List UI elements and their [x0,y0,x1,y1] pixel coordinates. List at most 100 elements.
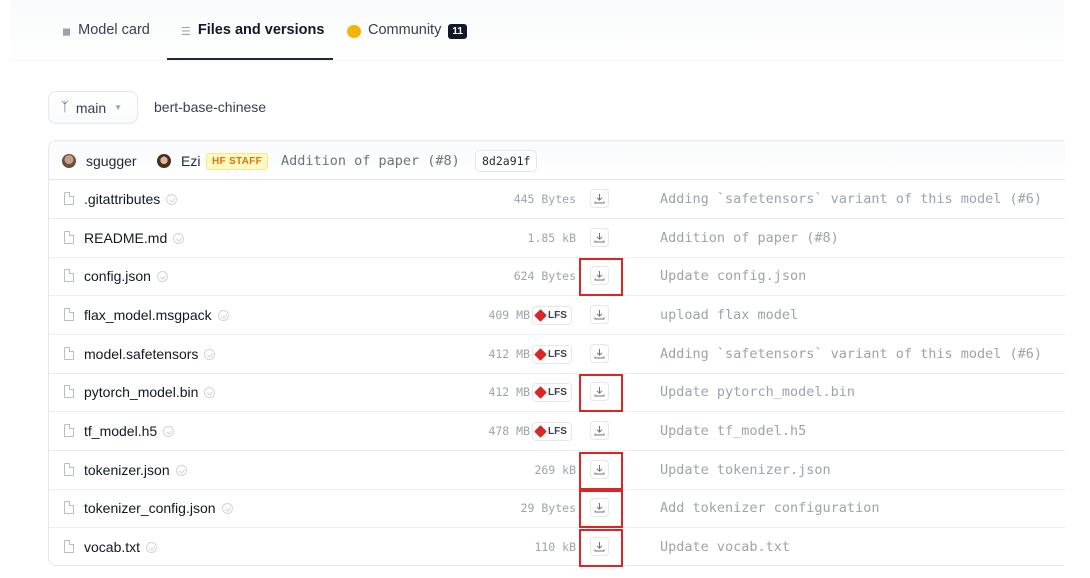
repo-name: bert-base-chinese [154,99,267,115]
file-name-link[interactable]: .gitattributes [84,191,178,207]
lfs-icon [534,347,547,361]
download-button[interactable] [590,227,609,247]
lfs-badge: LFS [532,305,572,325]
file-table: sgugger Ezi HF STAFF Addition of paper (… [48,140,1065,567]
file-name: flax_model.msgpack [84,306,212,323]
file-size: 445 Bytes [513,192,576,206]
file-size: 409 MB [488,307,530,322]
tab-model-card[interactable]: ◼ Model card [62,22,150,60]
file-commit-message[interactable]: Update tokenizer.json [660,462,831,478]
file-name-link[interactable]: config.json [84,268,168,284]
safe-check-icon [146,541,158,553]
file-icon [64,307,74,321]
file-commit-message[interactable]: Addition of paper (#8) [660,230,839,246]
file-commit-message[interactable]: upload flax model [660,307,798,323]
file-commit-message[interactable]: Adding `safetensors` variant of this mod… [660,346,1042,362]
avatar[interactable] [62,154,76,168]
table-row: model.safetensors 412 MB LFS Adding `safete… [49,335,1065,374]
file-size: 1.85 kB [527,230,576,245]
community-icon [347,25,361,38]
lfs-badge: LFS [532,383,572,403]
file-name-link[interactable]: model.safetensors [84,345,216,362]
commit-message-link[interactable]: Addition of paper (#8) [281,153,460,169]
file-name-link[interactable]: tf_model.h5 [84,423,175,439]
table-row: vocab.txt 110 kB Update vocab.txt [49,528,1065,567]
file-commit-message[interactable]: Add tokenizer configuration [660,500,879,516]
table-row: flax_model.msgpack 409 MB LFS upload flax m… [49,296,1065,335]
download-icon [594,348,605,359]
last-commit-row: sgugger Ezi HF STAFF Addition of paper (… [49,141,1065,180]
file-name: tokenizer.json [84,461,170,478]
safe-check-icon [204,387,216,399]
file-name-link[interactable]: flax_model.msgpack [84,307,229,323]
file-size: 478 MB [488,423,530,438]
file-icon [64,539,74,553]
download-button[interactable] [590,420,609,440]
file-name: .gitattributes [84,191,161,207]
commit-hash-link[interactable]: 8d2a91f [475,150,538,172]
table-row: .gitattributes 445 Bytes Adding `safetenso… [49,180,1065,219]
safe-check-icon [173,232,185,244]
commit-author-link[interactable]: sgugger [86,153,137,169]
file-name: tokenizer_config.json [84,500,216,517]
chevron-down-icon: ▼ [114,103,123,112]
file-name: README.md [84,229,168,246]
file-icon [64,385,74,399]
download-button[interactable] [590,304,609,324]
safe-check-icon [217,309,229,321]
community-count-badge: 11 [448,24,467,39]
file-size: 110 kB [534,539,576,554]
commit-author-link[interactable]: Ezi [181,153,200,169]
table-row: config.json 624 Bytes Update config.json [49,257,1065,297]
file-commit-message[interactable]: Update config.json [660,268,806,284]
branch-icon: ᛉ [61,100,69,115]
file-name: vocab.txt [84,538,141,555]
lfs-label: LFS [548,425,567,437]
safe-check-icon [163,425,175,437]
tab-community[interactable]: Community 11 [347,22,467,60]
safe-check-icon [221,503,233,515]
file-size: 269 kB [534,462,576,477]
file-name-link[interactable]: README.md [84,229,185,246]
avatar[interactable] [157,154,171,168]
file-name-link[interactable]: vocab.txt [84,538,158,555]
download-highlight-box [579,528,623,567]
file-icon [64,423,74,437]
download-highlight-box [579,374,623,413]
file-name-link[interactable]: tokenizer_config.json [84,500,233,516]
tab-files-and-versions[interactable]: ☰ Files and versions [181,22,324,60]
download-button[interactable] [590,343,609,363]
tabs-divider [10,60,1064,61]
file-icon [64,501,74,515]
tab-model-card-label: Model card [78,22,150,38]
download-icon [594,425,605,436]
file-name: model.safetensors [84,345,199,362]
file-size: 29 Bytes [520,501,576,516]
table-row: tokenizer_config.json 29 Bytes Add tokeniz… [49,489,1065,529]
file-commit-message[interactable]: Update tf_model.h5 [660,423,806,439]
download-icon [594,309,605,320]
download-icon [594,232,605,243]
safe-check-icon [166,194,178,205]
download-icon [594,194,605,204]
lfs-icon [534,309,547,322]
file-commit-message[interactable]: Update vocab.txt [660,539,790,555]
lfs-badge: LFS [532,421,572,441]
file-name-link[interactable]: pytorch_model.bin [84,384,216,400]
file-commit-message[interactable]: Adding `safetensors` variant of this mod… [660,191,1042,207]
tab-community-label: Community [368,22,442,38]
file-commit-message[interactable]: Update pytorch_model.bin [660,384,855,400]
table-row: tokenizer.json 269 kB Update tokenizer.jso… [49,451,1065,490]
model-card-icon: ◼ [62,26,72,38]
download-button[interactable] [590,189,609,208]
download-highlight-box [579,258,623,297]
download-highlight-box [579,490,623,529]
file-name-link[interactable]: tokenizer.json [84,462,187,478]
file-size: 624 Bytes [513,269,576,284]
file-size: 412 MB [488,346,530,361]
branch-selector[interactable]: ᛉ main ▼ [48,91,138,124]
lfs-label: LFS [548,348,567,360]
lfs-label: LFS [548,309,567,321]
file-size: 412 MB [488,385,530,400]
table-row: pytorch_model.bin 412 MB LFS Update pytorch… [49,373,1065,413]
